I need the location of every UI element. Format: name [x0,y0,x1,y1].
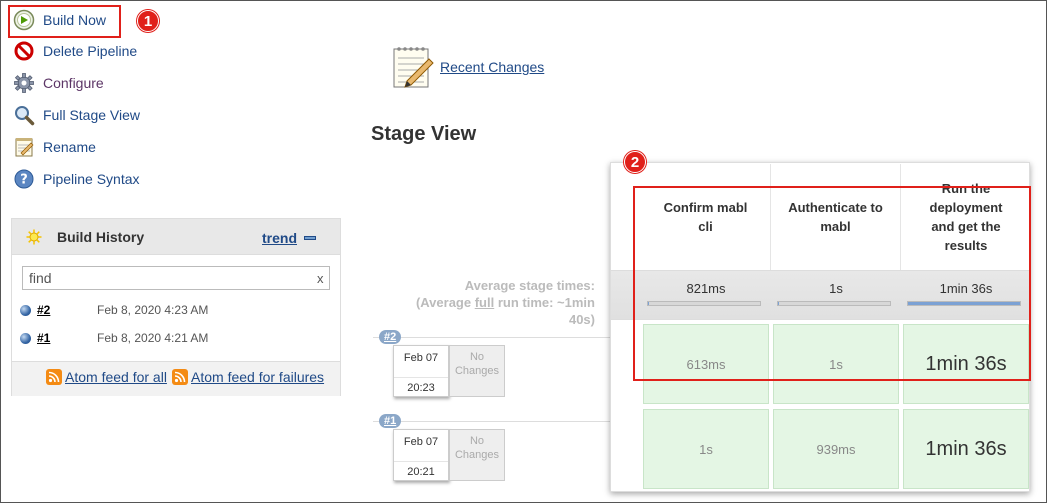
changes-box: No Changes [449,345,505,397]
average-stage-times-label: Average stage times: (Average full run t… [381,277,595,328]
changes-line-2: Changes [454,449,500,461]
task-pipeline-syntax[interactable]: ? Pipeline Syntax [13,167,140,191]
run-date: Feb 07 [403,436,439,448]
run-card[interactable]: Feb 07 20:23 [393,345,449,397]
status-ball-icon [20,332,31,344]
run-time: 20:23 [394,377,448,394]
build-search-input[interactable]: find [22,266,330,290]
full-stage-view-link[interactable]: Full Stage View [43,107,140,123]
delete-pipeline-link[interactable]: Delete Pipeline [43,43,137,59]
avg-suffix: run time: ~1min [494,295,595,310]
magnifier-icon [13,104,35,126]
trend-link[interactable]: trend [262,230,297,246]
run-number: #2 [384,331,397,343]
run-time: 20:21 [394,461,448,478]
task-build-now[interactable]: Build Now [13,8,106,32]
feed-all-link[interactable]: Atom feed for all [46,369,167,385]
sun-icon [26,229,42,250]
callout-badge-2: 2 [624,151,646,173]
build-now-icon [13,9,35,31]
gear-icon [13,72,35,94]
stage-cell[interactable]: 1min 36s [903,409,1029,489]
task-delete-pipeline[interactable]: Delete Pipeline [13,39,137,63]
build-history-row: #2 Feb 8, 2020 4:23 AM [20,301,208,319]
changes-line-2: Changes [454,365,500,377]
build-number-link[interactable]: #1 [37,331,97,345]
task-rename[interactable]: Rename [13,135,96,159]
avg-full-link[interactable]: full [475,295,495,310]
pipeline-syntax-link[interactable]: Pipeline Syntax [43,171,140,187]
changes-box: No Changes [449,429,505,481]
avg-line-1: Average stage times: [464,278,595,293]
task-configure[interactable]: Configure [13,71,104,95]
run-number-badge[interactable]: #2 [379,330,402,344]
build-history-panel: Build History trend find x #2 Feb 8, 202… [11,218,341,396]
callout-badge-1: 1 [137,10,159,32]
build-number-link[interactable]: #2 [37,303,97,317]
help-icon: ? [13,168,35,190]
notepad-icon [389,43,437,96]
build-now-link[interactable]: Build Now [43,12,106,28]
avg-line-3: 40s) [568,312,595,327]
build-date: Feb 8, 2020 4:23 AM [97,303,209,317]
page-title: Stage View [371,123,477,145]
svg-text:?: ? [20,173,28,188]
run-number-badge[interactable]: #1 [379,414,402,428]
feed-failures-link[interactable]: Atom feed for failures [172,369,324,385]
build-history-row: #1 Feb 8, 2020 4:21 AM [20,329,208,347]
stage-cell[interactable]: 939ms [773,409,899,489]
task-full-stage-view[interactable]: Full Stage View [13,103,140,127]
feed-links: Atom feed for all Atom feed for failures [12,362,340,396]
stage-highlight [633,186,1031,381]
build-history-body: find x #2 Feb 8, 2020 4:23 AM #1 Feb 8, … [12,255,340,396]
run-number: #1 [384,415,397,427]
changes-line-1: No [469,435,485,447]
run-card[interactable]: Feb 07 20:21 [393,429,449,481]
stage-cell[interactable]: 1s [643,409,769,489]
avg-line-2: (Average full run time: ~1min [381,294,595,311]
rss-icon [46,369,62,385]
run-row: #2 Feb 07 20:23 No Changes [373,330,613,417]
collapse-icon[interactable] [304,236,316,240]
configure-link[interactable]: Configure [43,75,104,91]
feed-failures-label: Atom feed for failures [191,369,325,385]
status-ball-icon [20,304,31,316]
run-row: #1 Feb 07 20:21 No Changes [373,414,613,501]
build-date: Feb 8, 2020 4:21 AM [97,331,209,345]
delete-icon [13,40,35,62]
rename-link[interactable]: Rename [43,139,96,155]
notepad-icon [13,136,35,158]
changes-line-1: No [469,351,485,363]
avg-prefix: (Average [415,295,475,310]
build-history-header: Build History trend [12,219,340,255]
clear-search-icon[interactable]: x [317,271,324,286]
build-history-title: Build History [57,229,145,245]
recent-changes-link[interactable]: Recent Changes [440,59,544,75]
rss-icon [172,369,188,385]
run-date: Feb 07 [403,352,439,364]
feed-all-label: Atom feed for all [65,369,167,385]
